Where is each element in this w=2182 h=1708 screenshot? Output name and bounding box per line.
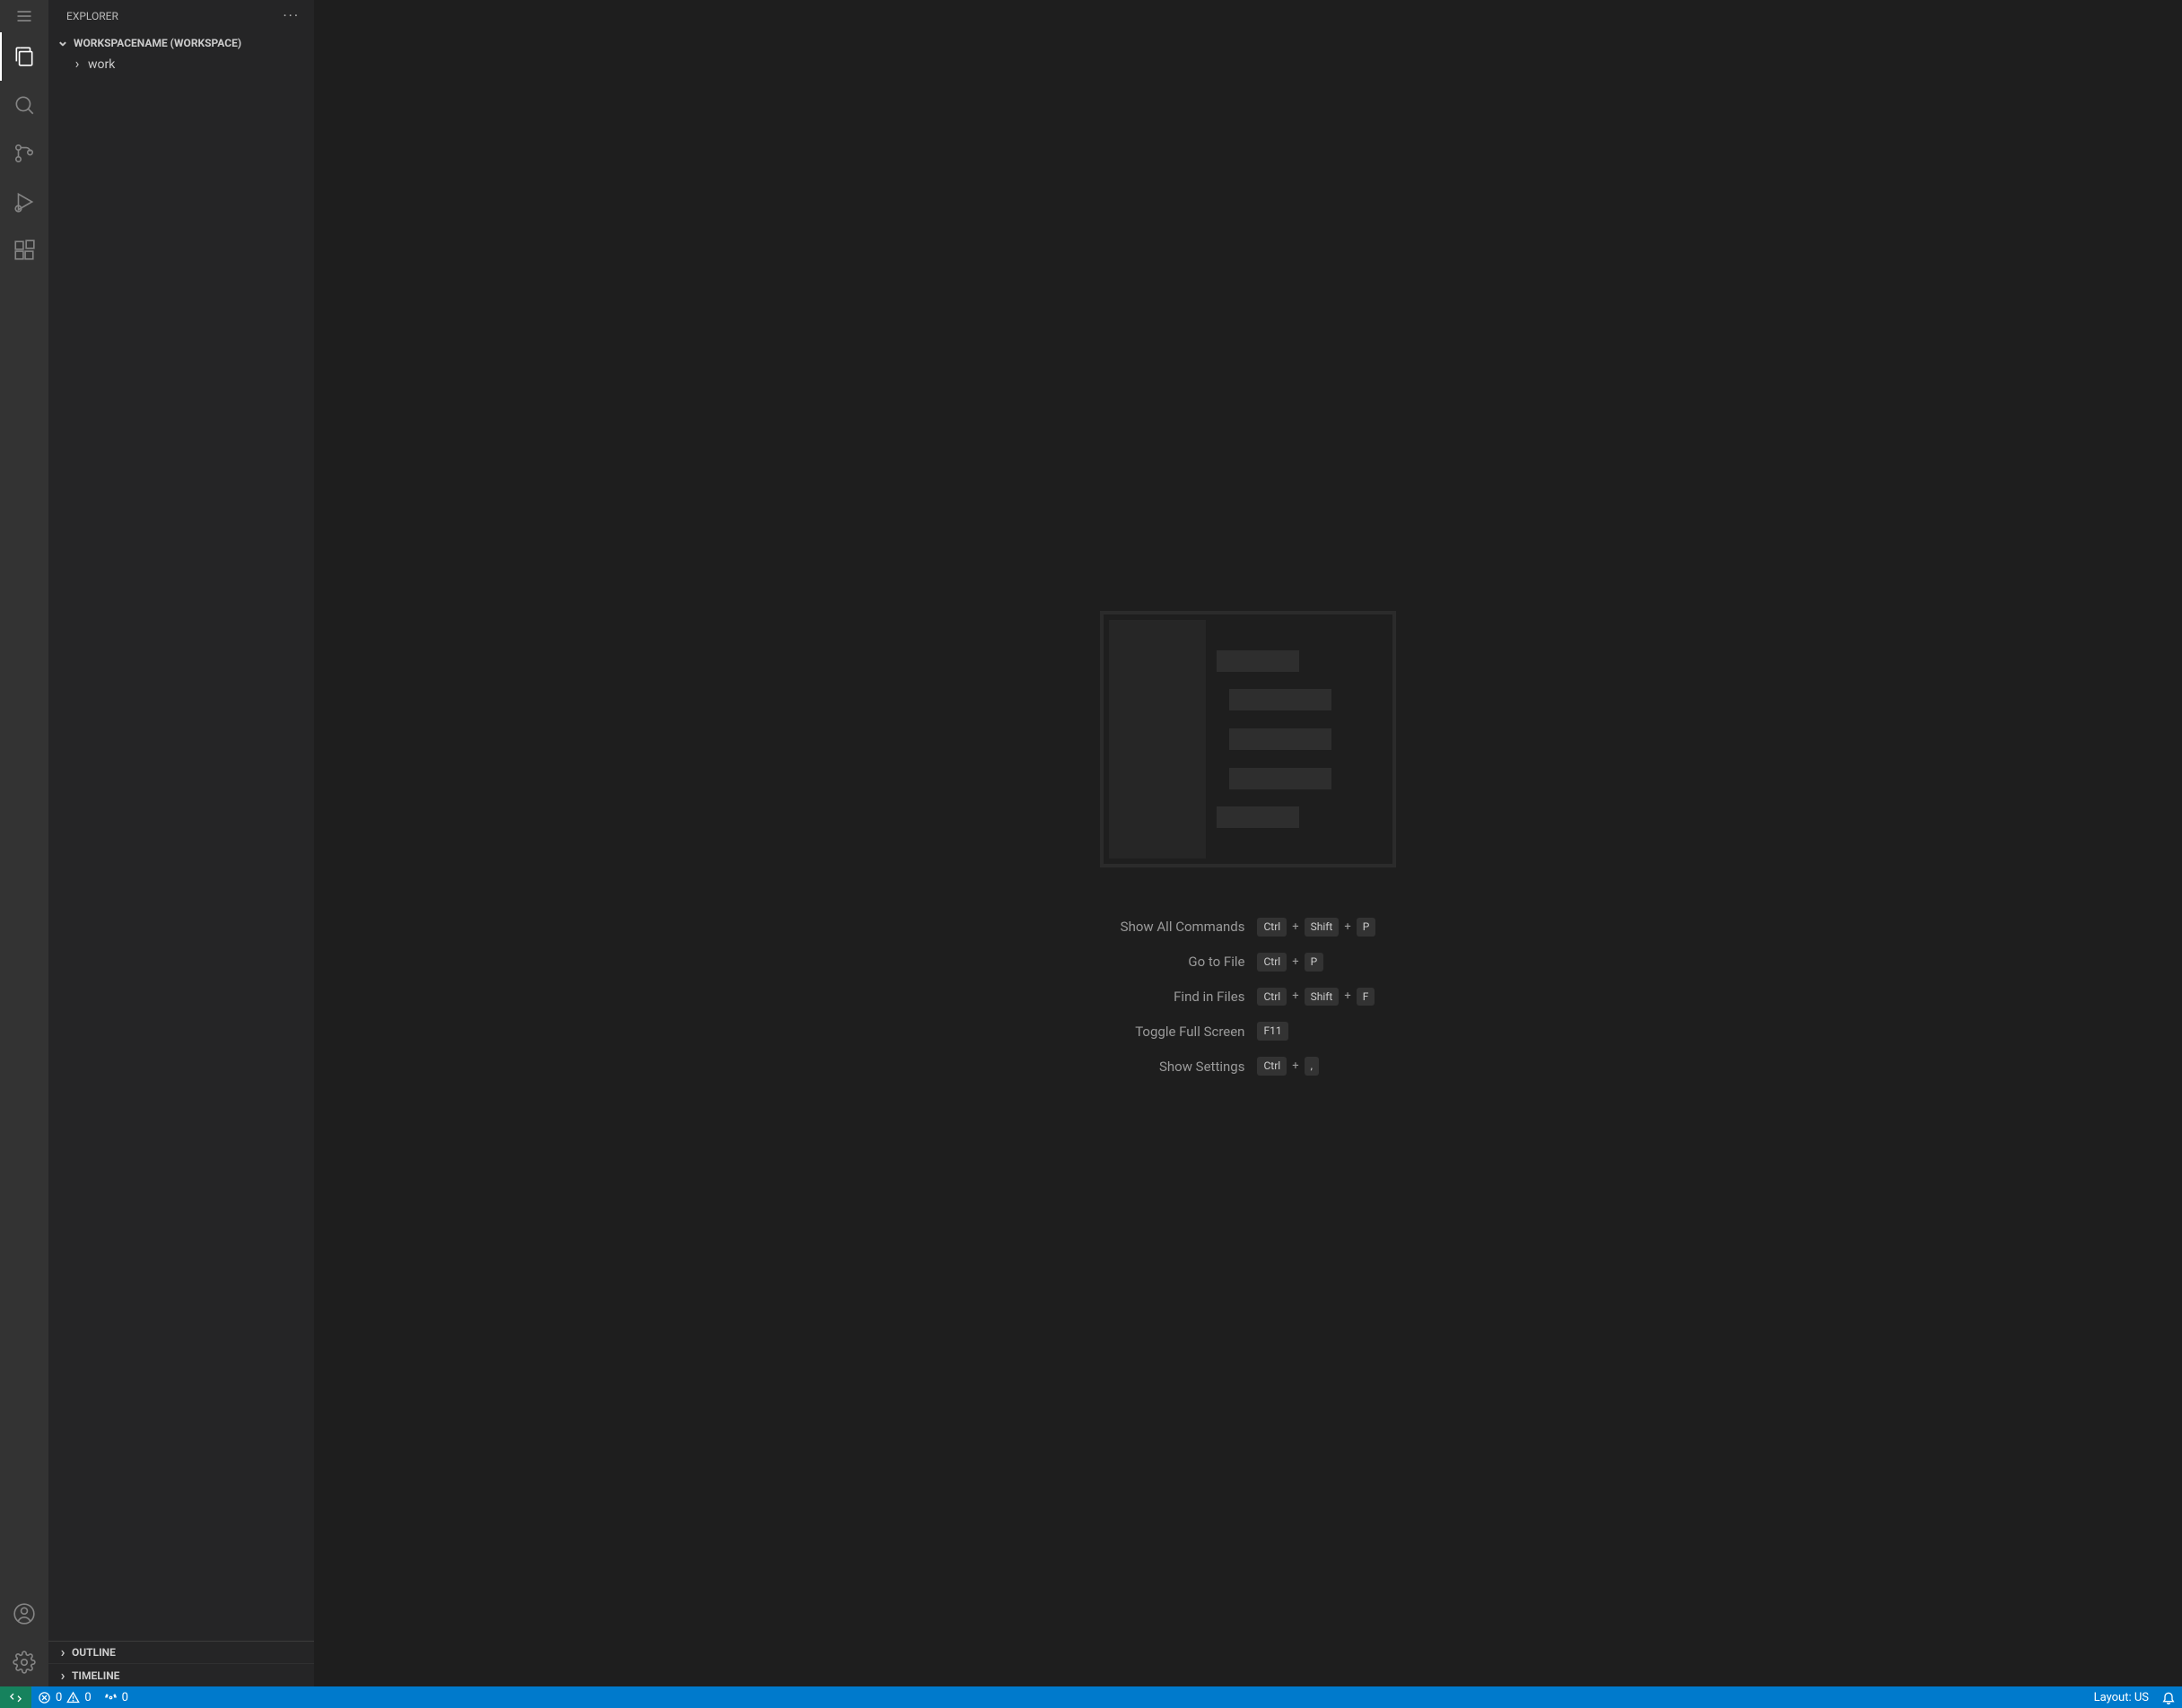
activity-accounts[interactable] bbox=[0, 1590, 48, 1638]
status-ports-count: 0 bbox=[122, 1691, 128, 1704]
chevron-right-icon bbox=[61, 1645, 65, 1660]
shortcut-keys: Ctrl + Shift + F bbox=[1257, 988, 1375, 1006]
folder-label: work bbox=[88, 57, 115, 72]
status-ports[interactable]: 0 bbox=[98, 1686, 135, 1708]
shortcut-label: Show All Commands bbox=[1121, 919, 1245, 935]
keycap: Ctrl bbox=[1257, 918, 1287, 937]
status-keyboard-layout[interactable]: Layout: US bbox=[2088, 1686, 2155, 1708]
sidebar-explorer: EXPLORER ··· WORKSPACENAME (WORKSPACE) w… bbox=[48, 0, 314, 1686]
remote-indicator[interactable] bbox=[0, 1686, 31, 1708]
activity-run-debug[interactable] bbox=[0, 178, 48, 226]
keycap: F11 bbox=[1257, 1022, 1287, 1041]
status-bar: 0 0 0 Layout: US bbox=[0, 1686, 2182, 1708]
plus-separator: + bbox=[1292, 989, 1298, 1003]
sidebar-title: EXPLORER bbox=[66, 10, 118, 22]
shortcut-keys: Ctrl + P bbox=[1257, 953, 1375, 972]
activity-source-control[interactable] bbox=[0, 129, 48, 178]
folder-item[interactable]: work bbox=[48, 54, 314, 74]
status-problems[interactable]: 0 0 bbox=[31, 1686, 98, 1708]
activity-explorer[interactable] bbox=[0, 32, 48, 81]
section-timeline-label: TIMELINE bbox=[72, 1669, 119, 1682]
section-timeline[interactable]: TIMELINE bbox=[48, 1664, 314, 1686]
status-layout-label: Layout: US bbox=[2094, 1691, 2149, 1704]
section-outline-label: OUTLINE bbox=[72, 1646, 116, 1659]
keycap: Ctrl bbox=[1257, 1057, 1287, 1076]
workspace-label: WORKSPACENAME (WORKSPACE) bbox=[74, 37, 241, 49]
plus-separator: + bbox=[1292, 955, 1298, 969]
placeholder-graphic bbox=[1100, 611, 1396, 867]
activity-bar bbox=[0, 0, 48, 1686]
shortcut-label: Go to File bbox=[1121, 954, 1245, 970]
section-outline[interactable]: OUTLINE bbox=[48, 1642, 314, 1664]
menu-icon[interactable] bbox=[0, 0, 48, 32]
keycap: P bbox=[1357, 918, 1376, 937]
activity-manage[interactable] bbox=[0, 1638, 48, 1686]
chevron-down-icon bbox=[57, 36, 68, 50]
status-notifications[interactable] bbox=[2155, 1686, 2182, 1708]
keycap: Shift bbox=[1305, 988, 1340, 1006]
keycap: F bbox=[1357, 988, 1375, 1006]
workspace-root[interactable]: WORKSPACENAME (WORKSPACE) bbox=[48, 32, 314, 54]
shortcut-label: Find in Files bbox=[1121, 989, 1245, 1005]
plus-separator: + bbox=[1344, 989, 1350, 1003]
activity-extensions[interactable] bbox=[0, 226, 48, 274]
status-errors-count: 0 bbox=[56, 1691, 62, 1704]
plus-separator: + bbox=[1344, 920, 1350, 934]
shortcut-label: Toggle Full Screen bbox=[1121, 1024, 1245, 1040]
keycap: Ctrl bbox=[1257, 953, 1287, 972]
activity-search[interactable] bbox=[0, 81, 48, 129]
plus-separator: + bbox=[1292, 1059, 1298, 1073]
keyboard-shortcuts-list: Show All Commands Ctrl + Shift + P Go to File C… bbox=[1121, 918, 1376, 1076]
welcome-watermark: Show All Commands Ctrl + Shift + P Go to File C… bbox=[1100, 611, 1396, 1076]
more-actions-icon[interactable]: ··· bbox=[279, 5, 303, 27]
plus-separator: + bbox=[1292, 920, 1298, 934]
editor-area: Show All Commands Ctrl + Shift + P Go to File C… bbox=[314, 0, 2182, 1686]
shortcut-keys: F11 bbox=[1257, 1022, 1375, 1041]
keycap: Ctrl bbox=[1257, 988, 1287, 1006]
chevron-right-icon bbox=[75, 57, 80, 72]
status-warnings-count: 0 bbox=[84, 1691, 91, 1704]
shortcut-keys: Ctrl + Shift + P bbox=[1257, 918, 1375, 937]
keycap: P bbox=[1305, 953, 1324, 972]
keycap: , bbox=[1305, 1057, 1319, 1076]
chevron-right-icon bbox=[61, 1669, 65, 1683]
keycap: Shift bbox=[1305, 918, 1340, 937]
shortcut-keys: Ctrl +, bbox=[1257, 1057, 1375, 1076]
shortcut-label: Show Settings bbox=[1121, 1059, 1245, 1075]
